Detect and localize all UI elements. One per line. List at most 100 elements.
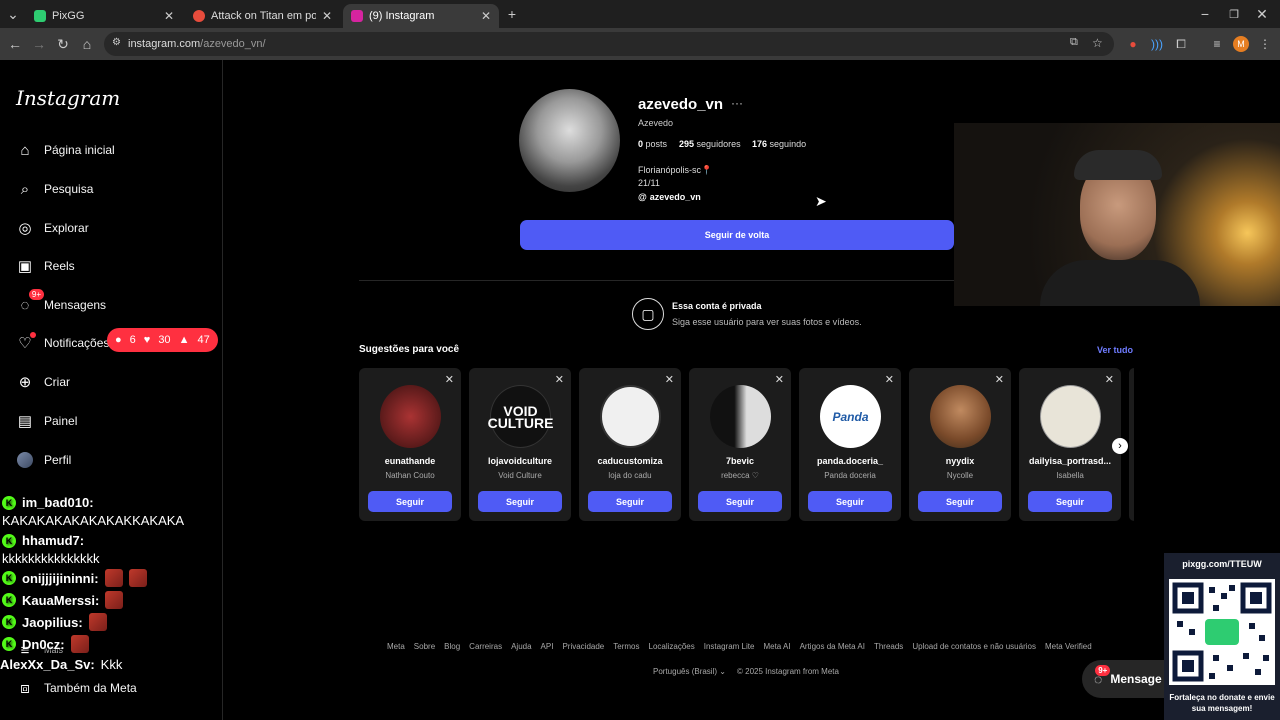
- dismiss-icon[interactable]: ✕: [445, 373, 454, 386]
- suggestion-username[interactable]: panda.doceria_: [799, 456, 901, 466]
- sidebar-item-create[interactable]: ⊕ Criar: [16, 370, 206, 394]
- footer-link[interactable]: Threads: [874, 642, 903, 651]
- follow-button[interactable]: Seguir: [368, 491, 452, 512]
- footer-link[interactable]: Artigos da Meta AI: [800, 642, 865, 651]
- footer-link[interactable]: API: [541, 642, 554, 651]
- suggestion-avatar[interactable]: Panda: [820, 385, 881, 448]
- menu-kebab-icon[interactable]: ⋮: [1257, 36, 1273, 52]
- next-arrow-icon[interactable]: ›: [1112, 438, 1128, 454]
- close-tab-icon[interactable]: ✕: [481, 9, 491, 23]
- home-icon: ⌂: [20, 141, 30, 159]
- tab-attack-on-titan[interactable]: Attack on Titan em português | ✕: [185, 4, 340, 28]
- dismiss-icon[interactable]: ✕: [555, 373, 564, 386]
- see-all-link[interactable]: Ver tudo: [1097, 345, 1133, 355]
- suggestion-username[interactable]: nyydix: [909, 456, 1011, 466]
- comment-icon: ●: [115, 334, 122, 346]
- reload-icon[interactable]: ↻: [54, 35, 72, 53]
- language-select[interactable]: Português (Brasil) ⌄: [653, 667, 726, 676]
- chat-line: K Dn0cz:: [2, 635, 89, 653]
- new-tab-icon[interactable]: +: [503, 5, 521, 23]
- dismiss-icon[interactable]: ✕: [665, 373, 674, 386]
- media-control-icon[interactable]: ≡: [1209, 36, 1225, 52]
- suggestion-username[interactable]: eunathande: [359, 456, 461, 466]
- close-tab-icon[interactable]: ✕: [322, 9, 332, 23]
- suggestion-avatar[interactable]: [710, 385, 771, 448]
- suggestion-username[interactable]: lojavoidculture: [469, 456, 571, 466]
- bookmark-star-icon[interactable]: ☆: [1092, 36, 1103, 50]
- pixgg-favicon-icon: [34, 10, 46, 22]
- minimize-icon[interactable]: −: [1196, 5, 1214, 23]
- footer-link[interactable]: Localizações: [649, 642, 695, 651]
- restore-icon[interactable]: ❐: [1225, 5, 1243, 23]
- footer-link[interactable]: Privacidade: [562, 642, 604, 651]
- tab-search-icon[interactable]: ⌄: [4, 5, 22, 23]
- suggestion-avatar[interactable]: [380, 385, 441, 448]
- sidebar-item-reels[interactable]: ▣ Reels: [16, 254, 206, 278]
- follow-button[interactable]: Seguir: [478, 491, 562, 512]
- forward-icon[interactable]: →: [30, 35, 48, 53]
- copyright-text: © 2025 Instagram from Meta: [737, 667, 839, 676]
- home-icon[interactable]: ⌂: [78, 35, 96, 53]
- dismiss-icon[interactable]: ✕: [995, 373, 1004, 386]
- footer-link[interactable]: Meta AI: [763, 642, 790, 651]
- suggestion-username[interactable]: caducustomiza: [579, 456, 681, 466]
- install-app-icon[interactable]: ⧉: [1070, 36, 1078, 49]
- tab-instagram[interactable]: (9) Instagram ✕: [343, 4, 499, 28]
- sidebar-item-home[interactable]: ⌂ Página inicial: [16, 138, 206, 162]
- follow-button[interactable]: Seguir: [588, 491, 672, 512]
- tab-pixgg[interactable]: PixGG ✕: [26, 4, 182, 28]
- footer-link[interactable]: Meta: [387, 642, 405, 651]
- footer-link[interactable]: Carreiras: [469, 642, 502, 651]
- dismiss-icon[interactable]: ✕: [775, 373, 784, 386]
- kick-icon: K: [2, 637, 16, 651]
- suggestion-avatar[interactable]: [600, 385, 661, 448]
- more-options-icon[interactable]: ···: [731, 96, 743, 110]
- follow-back-button[interactable]: Seguir de volta: [520, 220, 954, 250]
- qr-code-icon: [1169, 579, 1275, 685]
- extensions-puzzle-icon[interactable]: ⧠: [1173, 36, 1189, 52]
- footer-link[interactable]: Ajuda: [511, 642, 531, 651]
- following-stat[interactable]: 176 seguindo: [752, 139, 806, 149]
- footer-link[interactable]: Instagram Lite: [704, 642, 755, 651]
- footer-link[interactable]: Blog: [444, 642, 460, 651]
- extension-audio-icon[interactable]: ))): [1149, 36, 1165, 52]
- suggestion-username[interactable]: 7bevic: [689, 456, 791, 466]
- follow-button[interactable]: Seguir: [698, 491, 782, 512]
- extension-red-icon[interactable]: ●: [1125, 36, 1141, 52]
- sidebar-item-also-from-meta[interactable]: ⧈ Também da Meta: [16, 676, 206, 700]
- likes-count: 30: [158, 334, 171, 346]
- back-icon[interactable]: ←: [6, 35, 24, 53]
- threads-link[interactable]: @ azevedo_vn: [638, 192, 701, 202]
- follow-button[interactable]: Seguir: [918, 491, 1002, 512]
- followers-stat[interactable]: 295 seguidores: [679, 139, 741, 149]
- footer-link[interactable]: Termos: [613, 642, 639, 651]
- suggestion-avatar[interactable]: VOID CULTURE: [488, 385, 553, 448]
- follow-button[interactable]: Seguir: [1028, 491, 1112, 512]
- suggestion-avatar[interactable]: [930, 385, 991, 448]
- footer-link[interactable]: Meta Verified: [1045, 642, 1092, 651]
- footer-link[interactable]: Sobre: [414, 642, 435, 651]
- close-window-icon[interactable]: ✕: [1253, 5, 1271, 23]
- follow-button[interactable]: Seguir: [808, 491, 892, 512]
- profile-picture[interactable]: [519, 89, 620, 192]
- sidebar-item-dashboard[interactable]: ▤ Painel: [16, 409, 206, 433]
- messenger-icon: ◌ 9+: [1094, 665, 1111, 687]
- sidebar-item-profile[interactable]: Perfil: [16, 448, 206, 472]
- url-field[interactable]: ⚙ instagram.com/azevedo_vn/ ⧉ ☆: [104, 32, 1114, 56]
- footer-link[interactable]: Upload de contatos e não usuários: [912, 642, 1036, 651]
- profile-avatar[interactable]: M: [1233, 36, 1249, 52]
- sidebar-item-explore[interactable]: ◎ Explorar: [16, 216, 206, 240]
- notification-pill[interactable]: ● 6 ♥ 30 ▲ 47: [107, 328, 218, 352]
- suggestion-username[interactable]: dailyisa_portrasd...: [1019, 456, 1121, 466]
- suggestion-card: ✕ nyydix Nycolle Seguir: [909, 368, 1011, 521]
- dismiss-icon[interactable]: ✕: [1105, 373, 1114, 386]
- instagram-logo[interactable]: Instagram: [16, 86, 120, 110]
- close-tab-icon[interactable]: ✕: [164, 9, 174, 23]
- sidebar-item-messages[interactable]: ◌ 9+ Mensagens: [16, 289, 206, 317]
- suggestion-avatar[interactable]: [1040, 385, 1101, 448]
- messages-float-button[interactable]: ◌ 9+ Mensage: [1082, 660, 1164, 698]
- messages-label: Mensage: [1110, 672, 1162, 686]
- dismiss-icon[interactable]: ✕: [885, 373, 894, 386]
- sidebar-item-search[interactable]: ⌕ Pesquisa: [16, 177, 206, 201]
- site-info-icon[interactable]: ⚙: [112, 37, 121, 48]
